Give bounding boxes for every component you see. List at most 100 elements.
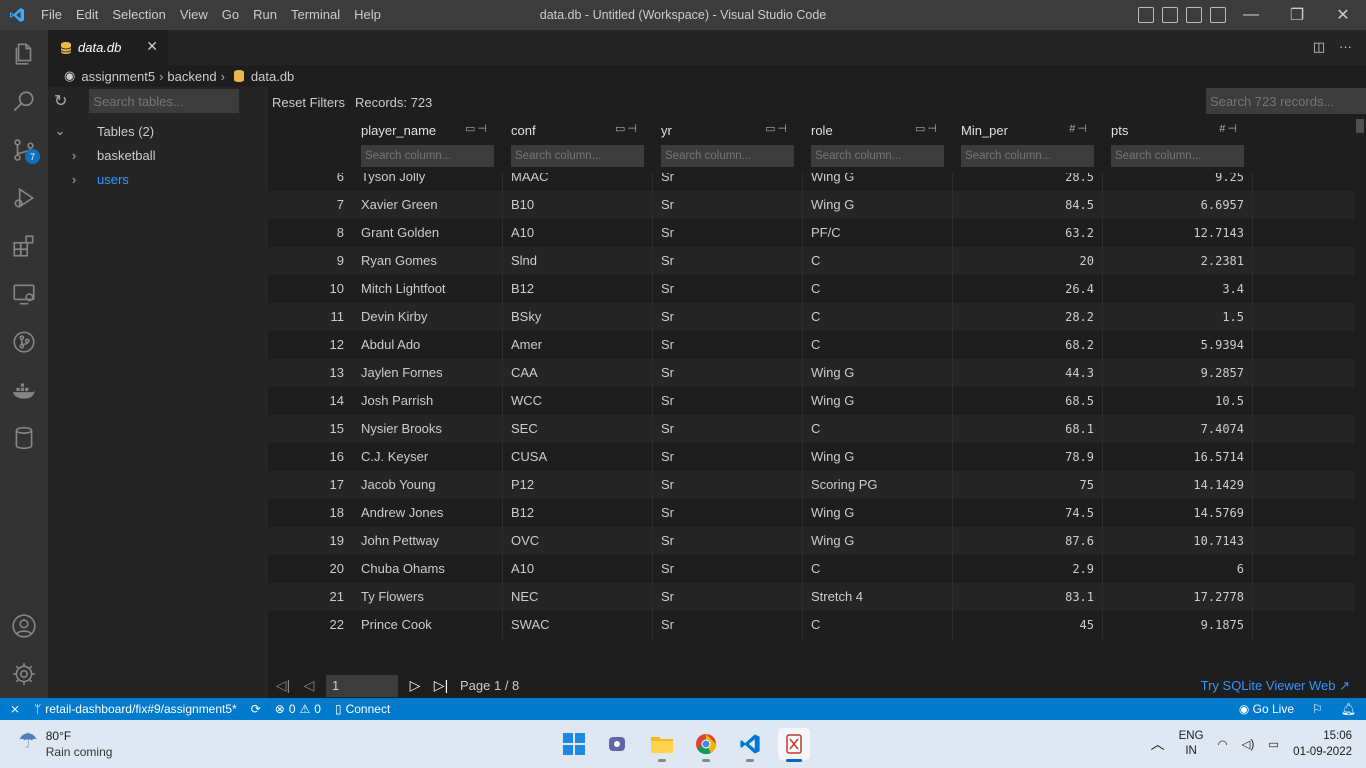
cell-min_per[interactable]: 84.5 [953,191,1103,219]
reset-filters-button[interactable]: Reset Filters [272,95,345,110]
numeric-type-pin-icon[interactable]: #⊣ [1219,122,1239,135]
close-tab-icon[interactable]: ✕ [146,38,158,55]
column-search-input[interactable] [961,145,1094,167]
column-header-role[interactable]: role ▭⊣ [803,117,953,173]
text-type-pin-icon[interactable]: ▭⊣ [465,122,489,135]
cell-role[interactable]: Wing G [803,359,953,387]
breadcrumb-item[interactable]: backend [167,69,216,84]
refresh-icon[interactable]: ↻ [54,91,67,111]
cell-conf[interactable]: BSky [503,303,653,331]
git-graph-icon[interactable] [0,318,48,366]
cell-pts[interactable]: 10.5 [1103,387,1253,415]
table-row[interactable]: 15 Nysier Brooks SEC Sr C 68.1 7.4074 [268,415,1354,443]
grid-scrollbar[interactable] [1354,117,1366,673]
table-row[interactable]: 18 Andrew Jones B12 Sr Wing G 74.5 14.5769 [268,499,1354,527]
cell-pts[interactable]: 12.7143 [1103,219,1253,247]
cell-pts[interactable]: 16.5714 [1103,443,1253,471]
cell-player_name[interactable]: Devin Kirby [353,303,503,331]
cell-conf[interactable]: WCC [503,387,653,415]
more-actions-icon[interactable]: ··· [1339,39,1352,55]
clock[interactable]: 15:06 01-09-2022 [1293,728,1352,760]
cell-pts[interactable]: 17.2778 [1103,583,1253,611]
customize-layout-icon[interactable] [1210,7,1226,23]
cell-player_name[interactable]: Abdul Ado [353,331,503,359]
table-row[interactable]: 7 Xavier Green B10 Sr Wing G 84.5 6.6957 [268,191,1354,219]
menu-selection[interactable]: Selection [105,0,172,30]
volume-icon[interactable]: ◁) [1242,737,1255,751]
accounts-icon[interactable] [0,602,48,650]
cell-min_per[interactable]: 2.9 [953,555,1103,583]
cell-conf[interactable]: B10 [503,191,653,219]
cell-conf[interactable]: SWAC [503,611,653,639]
snipping-tool-icon[interactable] [778,728,810,762]
wifi-icon[interactable]: ◠ [1218,737,1228,751]
table-item-basketball[interactable]: › basketball [48,143,268,167]
cell-min_per[interactable]: 20 [953,247,1103,275]
cell-player_name[interactable]: Chuba Ohams [353,555,503,583]
column-header-conf[interactable]: conf ▭⊣ [503,117,653,173]
cell-yr[interactable]: Sr [653,415,803,443]
cell-min_per[interactable]: 68.2 [953,331,1103,359]
file-explorer-icon[interactable] [646,728,678,762]
branch-status[interactable]: ᛘ retail-dashboard/fix#9/assignment5* [34,702,237,716]
menu-help[interactable]: Help [347,0,388,30]
text-type-pin-icon[interactable]: ▭⊣ [915,122,939,135]
cell-conf[interactable]: SEC [503,415,653,443]
scrollbar-thumb[interactable] [1356,119,1364,133]
cell-yr[interactable]: Sr [653,471,803,499]
cell-pts[interactable]: 6.6957 [1103,191,1253,219]
menu-go[interactable]: Go [215,0,246,30]
sync-icon[interactable]: ⟳ [251,702,261,716]
windows-start-icon[interactable] [558,728,590,760]
cell-conf[interactable]: CAA [503,359,653,387]
run-debug-icon[interactable] [0,174,48,222]
cell-yr[interactable]: Sr [653,387,803,415]
table-row[interactable]: 14 Josh Parrish WCC Sr Wing G 68.5 10.5 [268,387,1354,415]
cell-yr[interactable]: Sr [653,499,803,527]
cell-role[interactable]: Scoring PG [803,471,953,499]
search-icon[interactable] [0,78,48,126]
cell-conf[interactable]: P12 [503,471,653,499]
menu-run[interactable]: Run [246,0,284,30]
table-row[interactable]: 16 C.J. Keyser CUSA Sr Wing G 78.9 16.5714 [268,443,1354,471]
column-search-input[interactable] [1111,145,1244,167]
column-search-input[interactable] [811,145,944,167]
table-row[interactable]: 13 Jaylen Fornes CAA Sr Wing G 44.3 9.2857 [268,359,1354,387]
docker-icon[interactable] [0,366,48,414]
cell-pts[interactable]: 1.5 [1103,303,1253,331]
cell-min_per[interactable]: 44.3 [953,359,1103,387]
records-search-input[interactable] [1206,88,1366,114]
cell-pts[interactable]: 9.1875 [1103,611,1253,639]
cell-player_name[interactable]: Xavier Green [353,191,503,219]
cell-pts[interactable]: 14.1429 [1103,471,1253,499]
cell-min_per[interactable]: 78.9 [953,443,1103,471]
toggle-secondary-sidebar-icon[interactable] [1186,7,1202,23]
cell-player_name[interactable]: Andrew Jones [353,499,503,527]
page-number-input[interactable] [326,674,398,697]
cell-yr[interactable]: Sr [653,331,803,359]
cell-pts[interactable]: 7.4074 [1103,415,1253,443]
cell-role[interactable]: Wing G [803,387,953,415]
cell-player_name[interactable]: Nysier Brooks [353,415,503,443]
cell-min_per[interactable]: 68.1 [953,415,1103,443]
table-row[interactable]: 22 Prince Cook SWAC Sr C 45 9.1875 [268,611,1354,639]
source-control-icon[interactable]: 7 [0,126,48,174]
cell-conf[interactable]: B12 [503,275,653,303]
breadcrumb-item[interactable]: assignment5 [81,69,155,84]
cell-player_name[interactable]: Ty Flowers [353,583,503,611]
next-page-icon[interactable]: ▷ [402,677,428,694]
cell-conf[interactable]: Slnd [503,247,653,275]
text-type-pin-icon[interactable]: ▭⊣ [765,122,789,135]
cell-yr[interactable]: Sr [653,611,803,639]
chrome-icon[interactable] [690,728,722,762]
table-item-users[interactable]: › users [48,167,268,191]
tables-group[interactable]: ⌄ Tables (2) [48,119,268,143]
split-editor-icon[interactable]: ◫ [1313,39,1325,55]
tab-data-db[interactable]: data.db ✕ [48,30,168,65]
cell-conf[interactable]: A10 [503,555,653,583]
notifications-bell-icon[interactable]: 🔔︎ [1341,702,1356,716]
cell-role[interactable]: Wing G [803,443,953,471]
table-row[interactable]: 11 Devin Kirby BSky Sr C 28.2 1.5 [268,303,1354,331]
column-search-input[interactable] [361,145,494,167]
cell-min_per[interactable]: 26.4 [953,275,1103,303]
